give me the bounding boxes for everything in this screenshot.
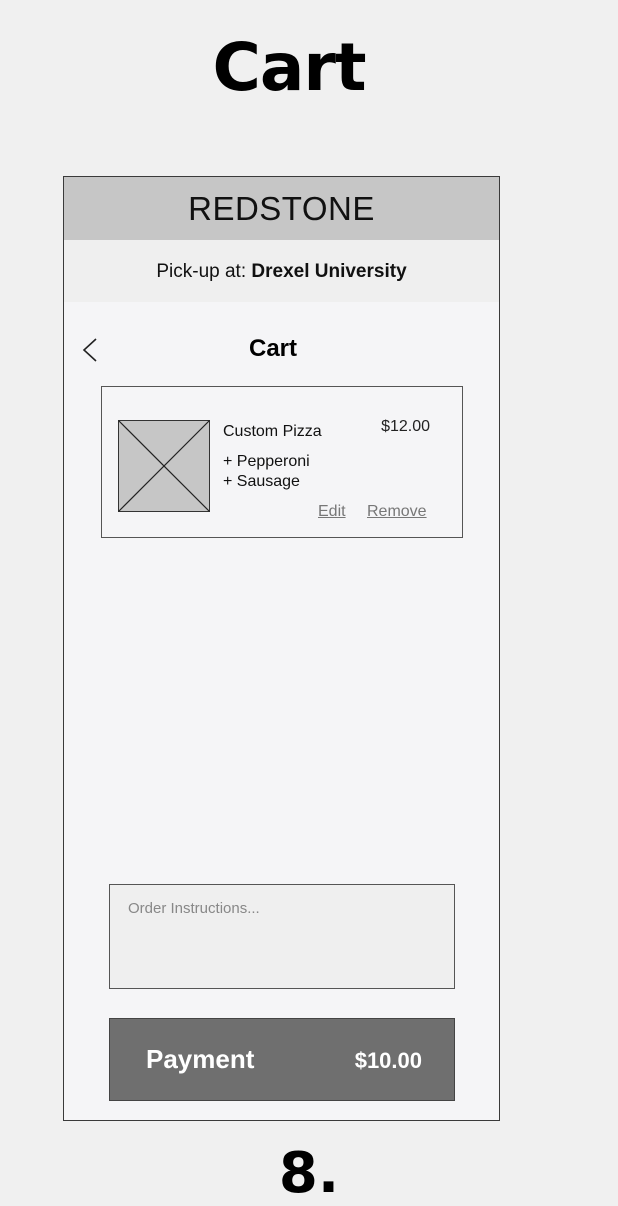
payment-total: $10.00 [354,1048,422,1073]
item-name: Custom Pizza [223,423,322,440]
cart-item: Custom Pizza $12.00 + Pepperoni + Sausag… [101,386,463,538]
pickup-location[interactable]: Drexel University [251,261,406,282]
phone-screen: REDSTONE Pick-up at: Drexel University C… [63,176,500,1121]
payment-button[interactable]: Payment $10.00 [109,1018,455,1101]
image-placeholder-icon [118,420,210,512]
edit-item-link[interactable]: Edit [318,502,346,522]
item-topping: + Pepperoni [223,453,310,470]
page-title: Cart [212,29,366,106]
cart-heading: Cart [248,335,297,362]
order-instructions-input[interactable] [109,884,455,989]
remove-item-link[interactable]: Remove [367,502,427,522]
payment-label: Payment [146,1044,255,1074]
pickup-label: Pick-up at: [156,261,247,282]
screen-number: 8. [278,1141,340,1206]
pickup-bar: Pick-up at: Drexel University [64,240,499,302]
item-price: $12.00 [381,418,430,435]
item-topping: + Sausage [223,473,300,490]
brand-header: REDSTONE [64,177,499,240]
